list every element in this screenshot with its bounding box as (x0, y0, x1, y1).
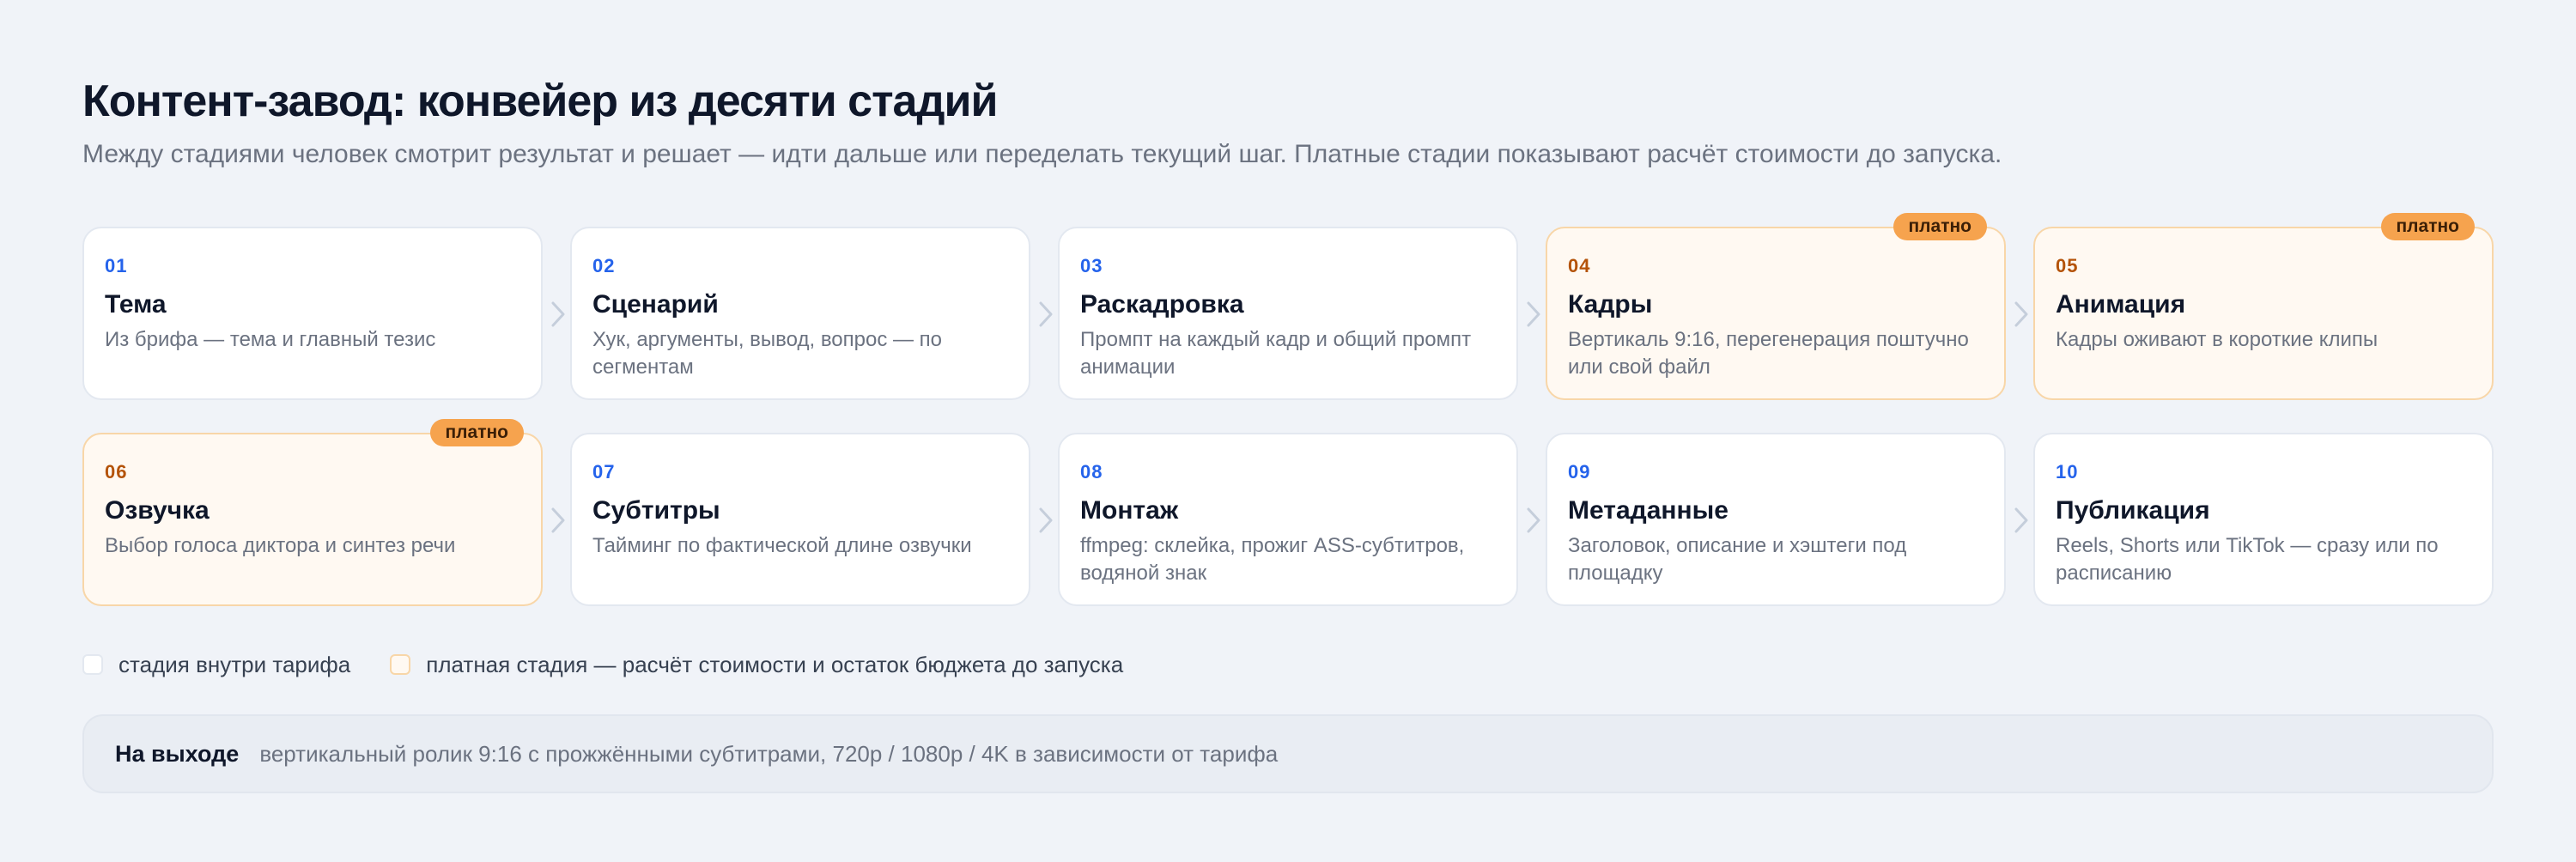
stage-name: Анимация (2056, 290, 2186, 319)
chevron-right-icon (1527, 507, 1540, 533)
stage-number: 08 (1080, 461, 1103, 483)
stage-card[interactable]: 08 Монтаж ffmpeg: склейка, прожиг ASS-субт… (1058, 433, 1518, 606)
pipeline-row: платно 06 Озвучка Выбор голоса диктора и си… (82, 419, 2494, 610)
stage-description: Заголовок, описание и хэштеги под площад… (1568, 534, 1907, 585)
legend-label-free: стадия внутри тарифа (118, 651, 351, 677)
chevron-right-icon (551, 507, 565, 533)
stage-number: 05 (2056, 255, 2079, 276)
output-label: На выходе (115, 740, 240, 767)
page: Контент-завод: конвейер из десяти стадий… (82, 74, 2494, 793)
stage-name: Публикация (2056, 496, 2210, 525)
stage-description: Тайминг по фактической длине озвучки (592, 534, 972, 557)
page-subtitle: Между стадиями человек смотрит результат… (82, 140, 2002, 168)
stage-name: Раскадровка (1080, 290, 1244, 319)
stage-description: Хук, аргументы, вывод, вопрос — по сегме… (592, 328, 943, 379)
stage-description: Выбор голоса диктора и синтез речи (105, 534, 456, 557)
stage-name: Монтаж (1080, 496, 1179, 525)
stage-number: 09 (1568, 461, 1591, 483)
stage-name: Метаданные (1568, 496, 1728, 525)
paid-badge: платно (429, 419, 524, 446)
stage-card[interactable]: платно 04 Кадры Вертикаль 9:16, перегенерац… (1546, 213, 2006, 400)
stage-name: Сценарий (592, 290, 719, 319)
chevron-right-icon (1527, 301, 1540, 327)
stage-card[interactable]: 09 Метаданные Заголовок, описание и хэштег… (1546, 433, 2006, 606)
page-title: Контент-завод: конвейер из десяти стадий (82, 76, 998, 126)
stage-number: 07 (592, 461, 616, 483)
stage-number: 10 (2056, 461, 2079, 483)
stage-number: 01 (105, 255, 128, 276)
stage-card[interactable]: 10 Публикация Reels, Shorts или TikTok — с… (2033, 433, 2494, 606)
stage-card[interactable]: 02 Сценарий Хук, аргументы, вывод, вопрос … (570, 227, 1030, 400)
output-panel: На выходе вертикальный ролик 9:16 с прож… (82, 714, 2494, 793)
paid-badge: платно (1893, 213, 1987, 240)
stage-description: Из брифа — тема и главный тезис (105, 328, 436, 351)
legend-swatch-paid (390, 654, 411, 675)
output-text: вертикальный ролик 9:16 с прожжёнными су… (259, 740, 1279, 767)
chevron-right-icon (1039, 507, 1053, 533)
pipeline-row: 01 Тема Из брифа — тема и главный тезис 02 С… (82, 213, 2494, 404)
legend-swatch-free (82, 654, 103, 675)
stage-name: Тема (105, 290, 167, 319)
chevron-right-icon (551, 301, 565, 327)
stage-number: 04 (1568, 255, 1591, 276)
chevron-right-icon (2014, 507, 2028, 533)
chevron-right-icon (2014, 301, 2028, 327)
chevron-right-icon (1039, 301, 1053, 327)
legend-item-paid: платная стадия — расчёт стоимости и оста… (390, 652, 1123, 678)
stage-name: Субтитры (592, 496, 720, 525)
stage-description: Reels, Shorts или TikTok — сразу или по … (2056, 534, 2439, 585)
stage-description: Промпт на каждый кадр и общий промпт ани… (1080, 328, 1472, 379)
stage-card[interactable]: 07 Субтитры Тайминг по фактической длине о… (570, 433, 1030, 606)
legend-item-free: стадия внутри тарифа (82, 652, 350, 678)
pipeline: 01 Тема Из брифа — тема и главный тезис 02 С… (82, 213, 2494, 610)
stage-name: Кадры (1568, 290, 1653, 319)
stage-card[interactable]: 03 Раскадровка Промпт на каждый кадр и общ… (1058, 227, 1518, 400)
stage-card[interactable]: платно 05 Анимация Кадры оживают в короткие… (2033, 213, 2494, 400)
stage-number: 02 (592, 255, 616, 276)
stage-description: Кадры оживают в короткие клипы (2056, 328, 2379, 351)
stage-number: 06 (105, 461, 128, 483)
stage-number: 03 (1080, 255, 1103, 276)
stage-card[interactable]: платно 06 Озвучка Выбор голоса диктора и си… (82, 419, 543, 606)
stage-description: ffmpeg: склейка, прожиг ASS-субтитров, в… (1080, 534, 1465, 585)
stage-card[interactable]: 01 Тема Из брифа — тема и главный тезис (82, 227, 543, 400)
stage-description: Вертикаль 9:16, перегенерация поштучно и… (1568, 328, 1969, 379)
legend-label-paid: платная стадия — расчёт стоимости и оста… (426, 651, 1124, 677)
stage-name: Озвучка (105, 496, 210, 525)
legend: стадия внутри тарифа платная стадия — ра… (82, 647, 2494, 682)
paid-badge: платно (2380, 213, 2475, 240)
